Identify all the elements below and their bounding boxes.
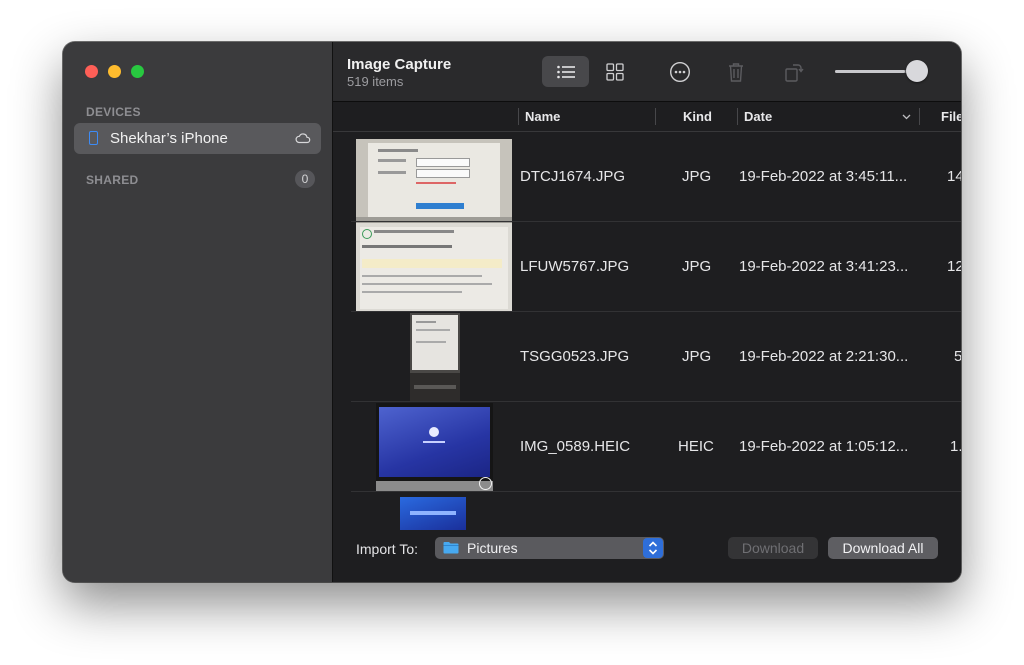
folder-icon: [443, 542, 459, 554]
close-window-button[interactable]: [85, 65, 98, 78]
grid-view-button[interactable]: [595, 56, 635, 87]
file-date: 19-Feb-2022 at 2:21:30...: [739, 348, 909, 365]
import-destination-popup[interactable]: Pictures: [435, 537, 664, 559]
table-row[interactable]: TSGG0523.JPG JPG 19-Feb-2022 at 2:21:30.…: [333, 312, 961, 402]
item-count: 519 items: [347, 74, 404, 89]
file-size: 1.: [950, 438, 961, 455]
file-size: 5: [954, 348, 961, 365]
file-size-column-header[interactable]: File: [941, 109, 961, 124]
iphone-icon: [89, 131, 98, 145]
thumbnail-size-knob[interactable]: [906, 60, 928, 82]
updown-chevron-icon: [643, 538, 663, 558]
date-column-header[interactable]: Date: [744, 109, 772, 124]
photo-thumbnail: [356, 223, 512, 312]
file-list: DTCJ1674.JPG JPG 19-Feb-2022 at 3:45:11.…: [333, 132, 961, 530]
thumbnail-size-fill: [835, 70, 906, 73]
more-options-button[interactable]: [663, 56, 697, 87]
sort-chevron-icon: [902, 114, 911, 120]
photo-thumbnail: [410, 313, 460, 402]
sidebar-item-iphone[interactable]: Shekhar’s iPhone: [74, 123, 321, 154]
import-bar: Import To: Pictures Download Download Al…: [333, 530, 961, 582]
main-pane: Image Capture 519 items Name Kind Date F…: [333, 42, 961, 582]
app-title: Image Capture: [347, 56, 452, 73]
devices-section-label: DEVICES: [86, 105, 141, 119]
image-capture-window: DEVICES Shekhar’s iPhone SHARED 0 Image …: [63, 42, 961, 582]
file-kind: JPG: [682, 258, 712, 275]
file-kind: JPG: [682, 348, 712, 365]
file-date: 19-Feb-2022 at 1:05:12...: [739, 438, 909, 455]
minimize-window-button[interactable]: [108, 65, 121, 78]
file-kind: HEIC: [678, 438, 714, 455]
file-kind: JPG: [682, 168, 712, 185]
photo-thumbnail: [400, 497, 466, 530]
file-date: 19-Feb-2022 at 3:45:11...: [739, 168, 908, 185]
sidebar: DEVICES Shekhar’s iPhone SHARED 0: [63, 42, 333, 582]
file-name: LFUW5767.JPG: [520, 258, 630, 275]
more-icon: [669, 61, 691, 82]
column-header: Name Kind Date File: [333, 102, 961, 132]
photo-thumbnail: [356, 139, 512, 228]
file-size: 14: [947, 168, 961, 185]
device-name-label: Shekhar’s iPhone: [110, 130, 228, 147]
rotate-button[interactable]: [777, 56, 811, 87]
download-all-button[interactable]: Download All: [828, 537, 938, 559]
import-destination-value: Pictures: [467, 540, 518, 556]
file-name: DTCJ1674.JPG: [520, 168, 626, 185]
toolbar: Image Capture 519 items: [333, 42, 961, 102]
file-name: TSGG0523.JPG: [520, 348, 630, 365]
table-row[interactable]: DTCJ1674.JPG JPG 19-Feb-2022 at 3:45:11.…: [333, 132, 961, 228]
kind-column-header[interactable]: Kind: [683, 109, 712, 124]
delete-button[interactable]: [719, 56, 753, 87]
shared-count-badge: 0: [295, 170, 315, 188]
photo-thumbnail: [376, 403, 493, 491]
download-button[interactable]: Download: [728, 537, 818, 559]
file-date: 19-Feb-2022 at 3:41:23...: [739, 258, 909, 275]
grid-view-icon: [606, 62, 624, 81]
table-row[interactable]: [333, 492, 961, 530]
import-to-label: Import To:: [356, 541, 418, 557]
list-view-button[interactable]: [542, 56, 589, 87]
table-row[interactable]: LFUW5767.JPG JPG 19-Feb-2022 at 3:41:23.…: [333, 222, 961, 312]
file-name: IMG_0589.HEIC: [520, 438, 631, 455]
file-size: 12: [947, 258, 961, 275]
rotate-icon: [785, 63, 804, 82]
shared-section-label: SHARED: [86, 173, 139, 187]
zoom-window-button[interactable]: [131, 65, 144, 78]
cloud-icon: [295, 133, 311, 144]
trash-icon: [729, 62, 743, 82]
list-view-icon: [556, 65, 575, 78]
table-row[interactable]: IMG_0589.HEIC HEIC 19-Feb-2022 at 1:05:1…: [333, 402, 961, 492]
name-column-header[interactable]: Name: [525, 109, 560, 124]
